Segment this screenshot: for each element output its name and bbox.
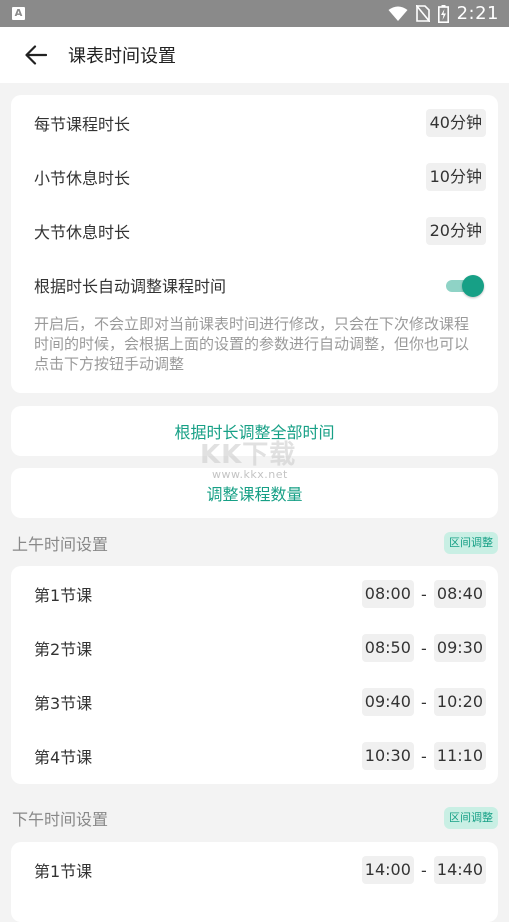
auto-adjust-row: 根据时长自动调整课程时间: [11, 265, 498, 305]
long-break-row: 大节休息时长 20分钟: [11, 211, 498, 251]
end-time[interactable]: 08:40: [433, 580, 486, 608]
lesson-name: 第2节课: [34, 640, 93, 659]
lesson-duration-row: 每节课程时长 40分钟: [11, 103, 498, 143]
start-time[interactable]: 08:00: [361, 580, 414, 608]
adjust-all-times-button[interactable]: 根据时长调整全部时间: [11, 406, 498, 456]
page-title: 课表时间设置: [68, 46, 176, 67]
time-separator: -: [421, 746, 427, 766]
lesson-duration-label: 每节课程时长: [34, 115, 131, 134]
time-range: 14:00 - 14:40: [361, 856, 486, 884]
lesson-name: 第1节课: [34, 586, 93, 605]
lesson-name: 第1节课: [34, 862, 93, 881]
start-time[interactable]: 14:00: [361, 856, 414, 884]
afternoon-section-header: 下午时间设置 区间调整: [0, 804, 509, 832]
time-separator: -: [421, 692, 427, 712]
time-separator: -: [421, 860, 427, 880]
afternoon-range-adjust-button[interactable]: 区间调整: [444, 807, 498, 829]
time-separator: -: [421, 584, 427, 604]
morning-lessons-card: 第1节课 08:00 - 08:40 第2节课 08:50 - 09:30 第3…: [11, 566, 498, 784]
no-sim-icon: [415, 5, 430, 22]
lesson-row[interactable]: 第4节课 10:30 - 11:10: [11, 736, 498, 776]
long-break-value[interactable]: 20分钟: [425, 217, 486, 245]
start-time[interactable]: 08:50: [361, 634, 414, 662]
afternoon-section-title: 下午时间设置: [12, 810, 109, 829]
start-time[interactable]: 09:40: [361, 688, 414, 716]
short-break-value[interactable]: 10分钟: [425, 163, 486, 191]
time-separator: -: [421, 638, 427, 658]
short-break-row: 小节休息时长 10分钟: [11, 157, 498, 197]
time-range: 08:00 - 08:40: [361, 580, 486, 608]
morning-section-title: 上午时间设置: [12, 535, 109, 554]
status-time: 2:21: [456, 3, 499, 24]
toggle-thumb: [462, 275, 484, 297]
lesson-row[interactable]: 第2节课 08:50 - 09:30: [11, 628, 498, 668]
auto-adjust-hint: 开启后，不会立即对当前课表时间进行修改，只会在下次修改课程时间的时候，会根据上面…: [34, 315, 470, 373]
morning-range-adjust-button[interactable]: 区间调整: [444, 532, 498, 554]
battery-charging-icon: [437, 4, 449, 23]
back-button[interactable]: [14, 33, 58, 77]
time-range: 08:50 - 09:30: [361, 634, 486, 662]
time-range: 10:30 - 11:10: [361, 742, 486, 770]
lesson-row[interactable]: 第1节课 08:00 - 08:40: [11, 574, 498, 614]
lesson-name: 第4节课: [34, 748, 93, 767]
app-notification-icon: A: [12, 7, 25, 20]
lesson-row[interactable]: 第3节课 09:40 - 10:20: [11, 682, 498, 722]
toolbar: 课表时间设置: [0, 27, 509, 83]
start-time[interactable]: 10:30: [361, 742, 414, 770]
afternoon-lessons-card: 第1节课 14:00 - 14:40: [11, 842, 498, 922]
arrow-left-icon: [25, 45, 47, 65]
auto-adjust-label: 根据时长自动调整课程时间: [34, 277, 227, 296]
end-time[interactable]: 10:20: [433, 688, 486, 716]
end-time[interactable]: 14:40: [433, 856, 486, 884]
duration-settings-card: 每节课程时长 40分钟 小节休息时长 10分钟 大节休息时长 20分钟 根据时长…: [11, 95, 498, 393]
time-range: 09:40 - 10:20: [361, 688, 486, 716]
long-break-label: 大节休息时长: [34, 223, 131, 242]
end-time[interactable]: 11:10: [433, 742, 486, 770]
end-time[interactable]: 09:30: [433, 634, 486, 662]
lesson-row[interactable]: 第1节课 14:00 - 14:40: [11, 850, 498, 890]
morning-section-header: 上午时间设置 区间调整: [0, 529, 509, 557]
adjust-lesson-count-button[interactable]: 调整课程数量: [11, 468, 498, 518]
short-break-label: 小节休息时长: [34, 169, 131, 188]
wifi-icon: [388, 6, 408, 21]
lesson-duration-value[interactable]: 40分钟: [425, 109, 486, 137]
auto-adjust-toggle[interactable]: [444, 274, 484, 297]
lesson-name: 第3节课: [34, 694, 93, 713]
status-bar: A 2:21: [0, 0, 509, 27]
